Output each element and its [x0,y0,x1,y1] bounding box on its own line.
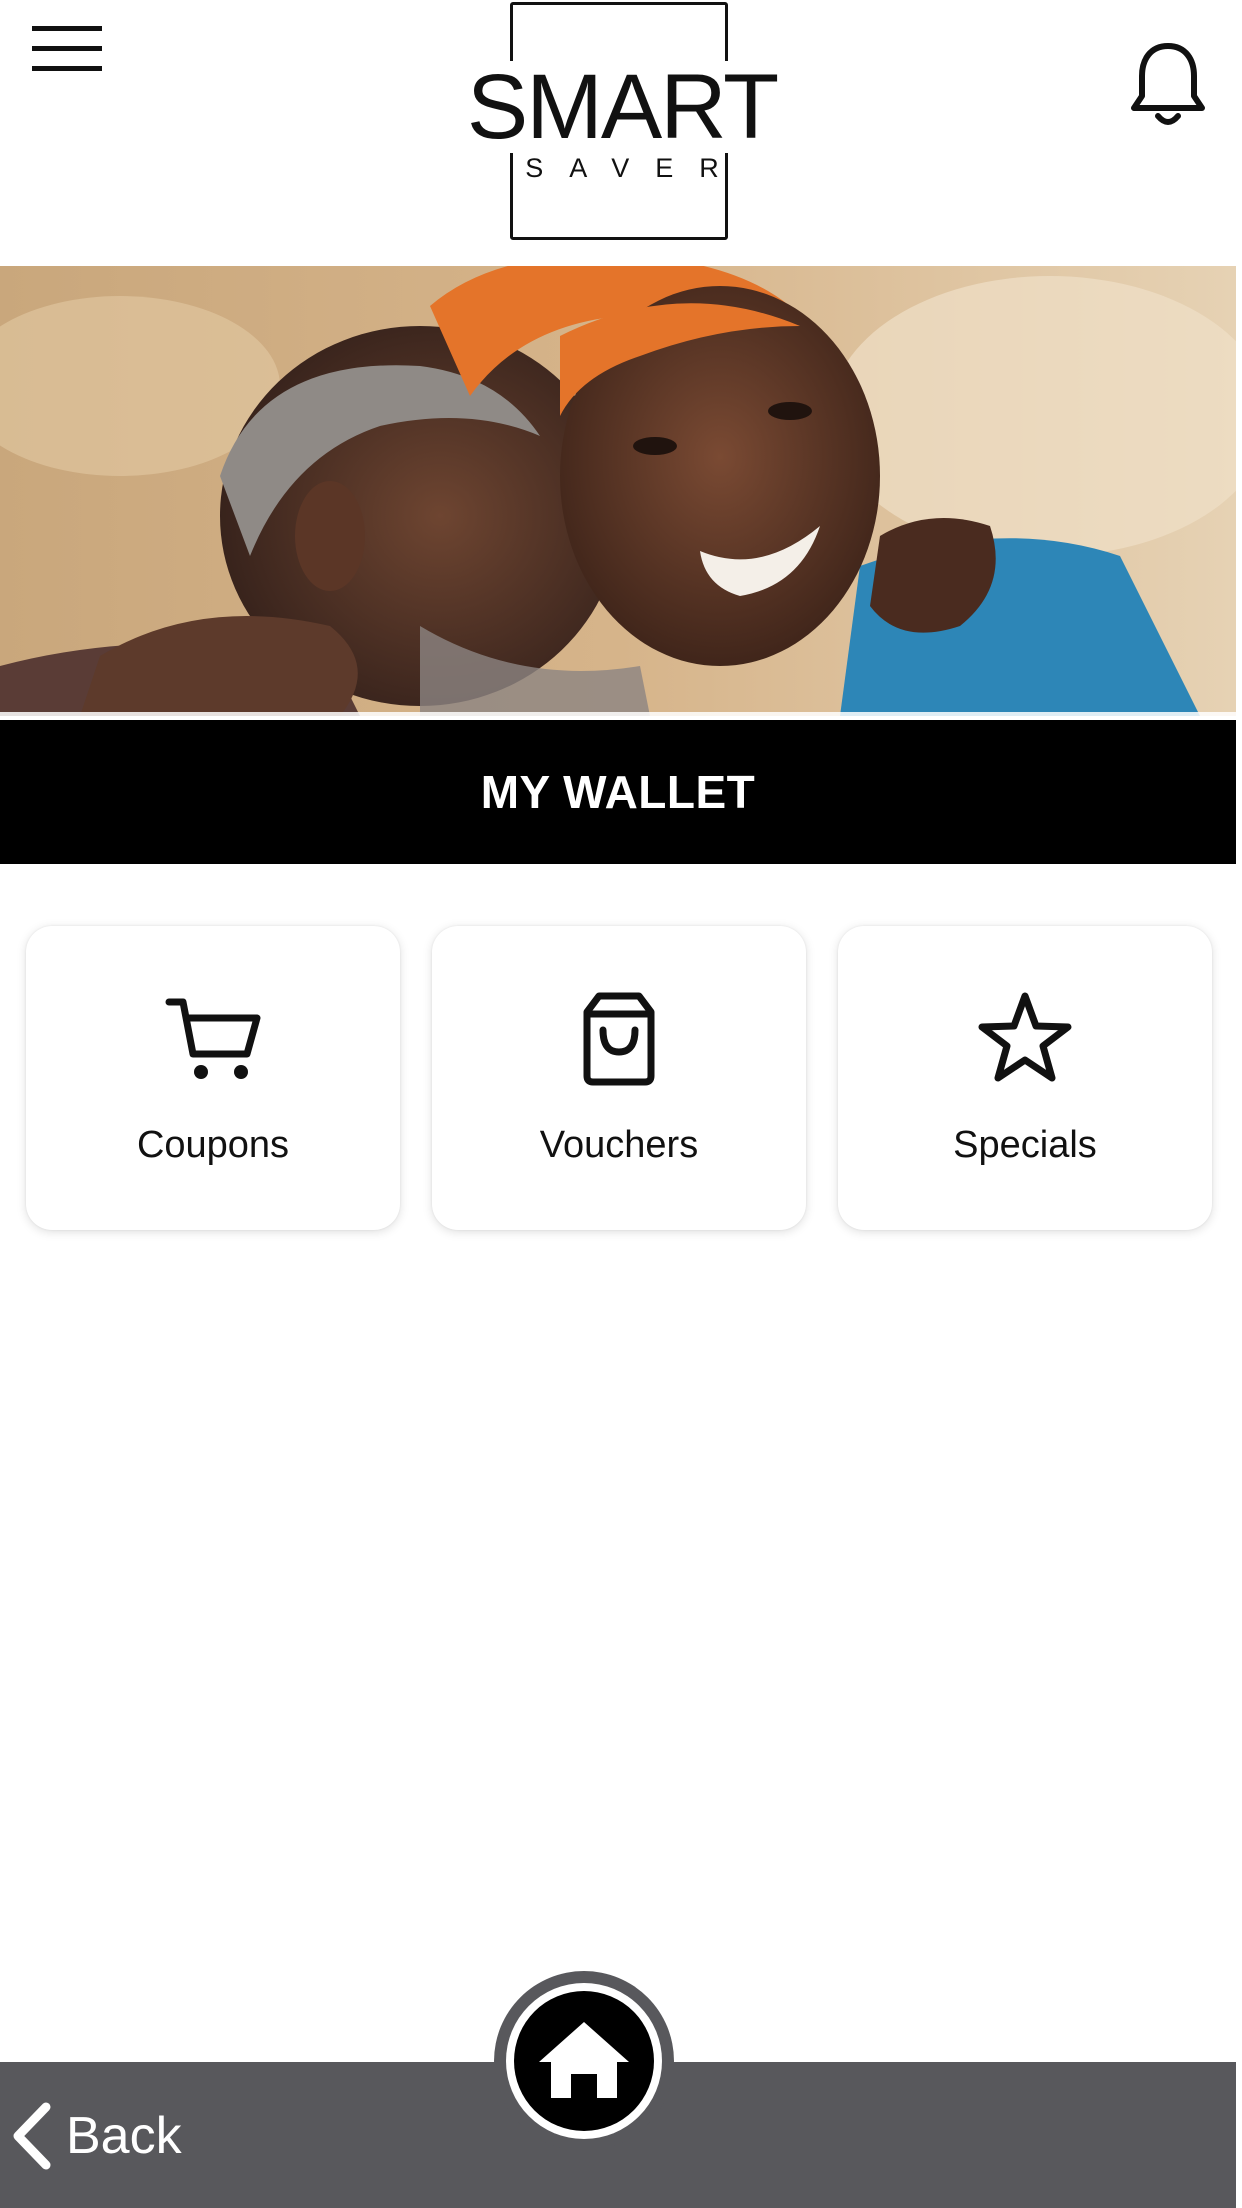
coupons-label: Coupons [136,1124,290,1166]
app-header: SMART SAVER [0,0,1242,266]
notifications-button[interactable] [1128,40,1208,130]
bell-icon [1131,43,1205,125]
home-button[interactable] [493,1970,675,2152]
hamburger-menu-icon [32,26,102,71]
back-label: Back [66,2107,182,2165]
shopping-bag-icon [583,992,655,1086]
wallet-tiles: Coupons Vouchers Specials [26,926,1216,1230]
page-title: MY WALLET [480,766,756,818]
back-button[interactable]: Back [10,2096,182,2176]
vouchers-tile[interactable]: Vouchers [432,926,806,1230]
menu-button[interactable] [30,22,106,76]
coupons-tile[interactable]: Coupons [26,926,400,1230]
star-icon [978,992,1072,1082]
shopping-cart-icon [165,998,261,1079]
elderly-couple-hugging-photo [0,266,1236,716]
chevron-left-icon [13,2102,51,2170]
vouchers-label: Vouchers [539,1124,699,1166]
home-icon [494,1971,674,2151]
logo-main-text: SMART [465,56,779,158]
logo-sub-text: SAVER [525,153,745,183]
wallet-screen: SMART SAVER MY WALLET Coupons Vouchers S… [0,0,1242,2208]
specials-label: Specials [953,1124,1097,1166]
smart-saver-logo: SMART SAVER [465,2,779,240]
hero-image [0,266,1236,716]
specials-tile[interactable]: Specials [838,926,1212,1230]
page-title-bar: MY WALLET [0,720,1236,864]
